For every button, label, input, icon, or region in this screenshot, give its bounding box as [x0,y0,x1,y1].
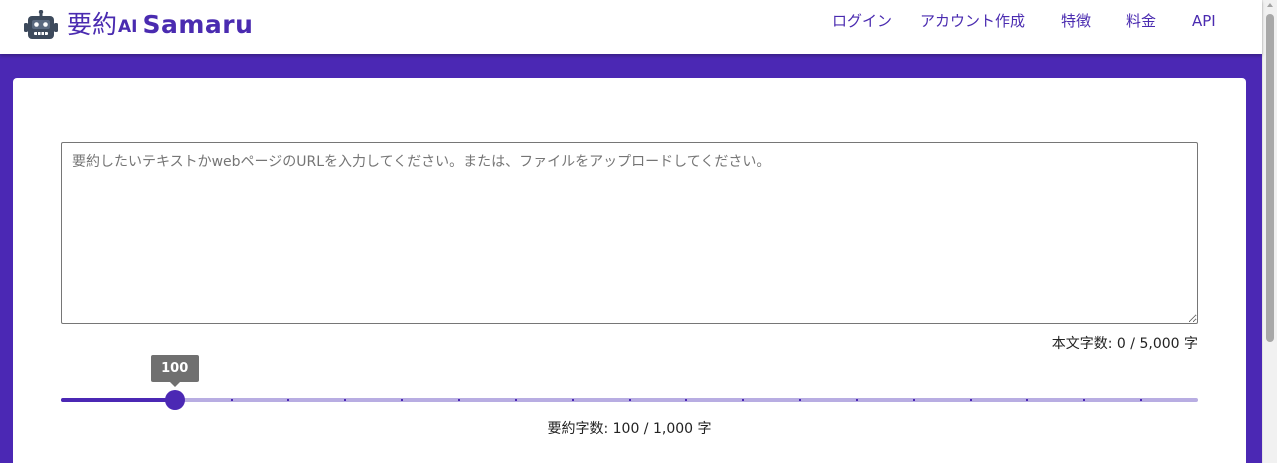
slider-tick [742,399,745,401]
slider-tick [457,399,460,401]
slider-tick [628,399,631,401]
slider-tick [799,399,802,401]
slider-tick [230,399,233,401]
nav-signup-link[interactable]: アカウント作成 [920,0,1025,42]
slider-tick [912,399,915,401]
nav-login-link[interactable]: ログイン [832,0,892,42]
logo[interactable]: 要約 AI Samaru [24,7,253,42]
page-scrollbar[interactable] [1262,0,1277,463]
nav-pricing-link[interactable]: 料金 [1126,0,1156,42]
nav-api-link[interactable]: API [1192,0,1216,42]
slider-tick [685,399,688,401]
scroll-up-arrow-icon[interactable] [1267,3,1273,7]
slider-thumb[interactable] [164,390,185,410]
app-header: 要約 AI Samaru ログイン アカウント作成 特徴 料金 API [0,0,1262,54]
slider-tick [1026,399,1029,401]
scrollbar-thumb[interactable] [1266,14,1274,342]
slider-tick [344,399,347,401]
logo-text-jp: 要約 [67,9,118,39]
slider-tick [969,399,972,401]
slider-tick [401,399,404,401]
slider-track-fill [61,398,175,402]
slider-tick [855,399,858,401]
slider-value-label: 100 [150,355,199,387]
text-input[interactable] [61,142,1198,324]
nav-features-link[interactable]: 特徴 [1061,0,1091,42]
body-char-count: 本文字数: 0 / 5,000 字 [1051,336,1198,352]
slider-tick [1083,399,1086,401]
main-card: 本文字数: 0 / 5,000 字 100 要約字数: 100 / 1,000 … [13,78,1246,463]
slider-tick [571,399,574,401]
summary-char-count: 要約字数: 100 / 1,000 字 [547,421,712,437]
slider-tick [514,399,517,401]
robot-icon [24,9,58,39]
slider-tick [1140,399,1143,401]
logo-text-name: Samaru [142,9,254,39]
slider-tick [287,399,290,401]
logo-text-ai: AI [118,17,138,37]
